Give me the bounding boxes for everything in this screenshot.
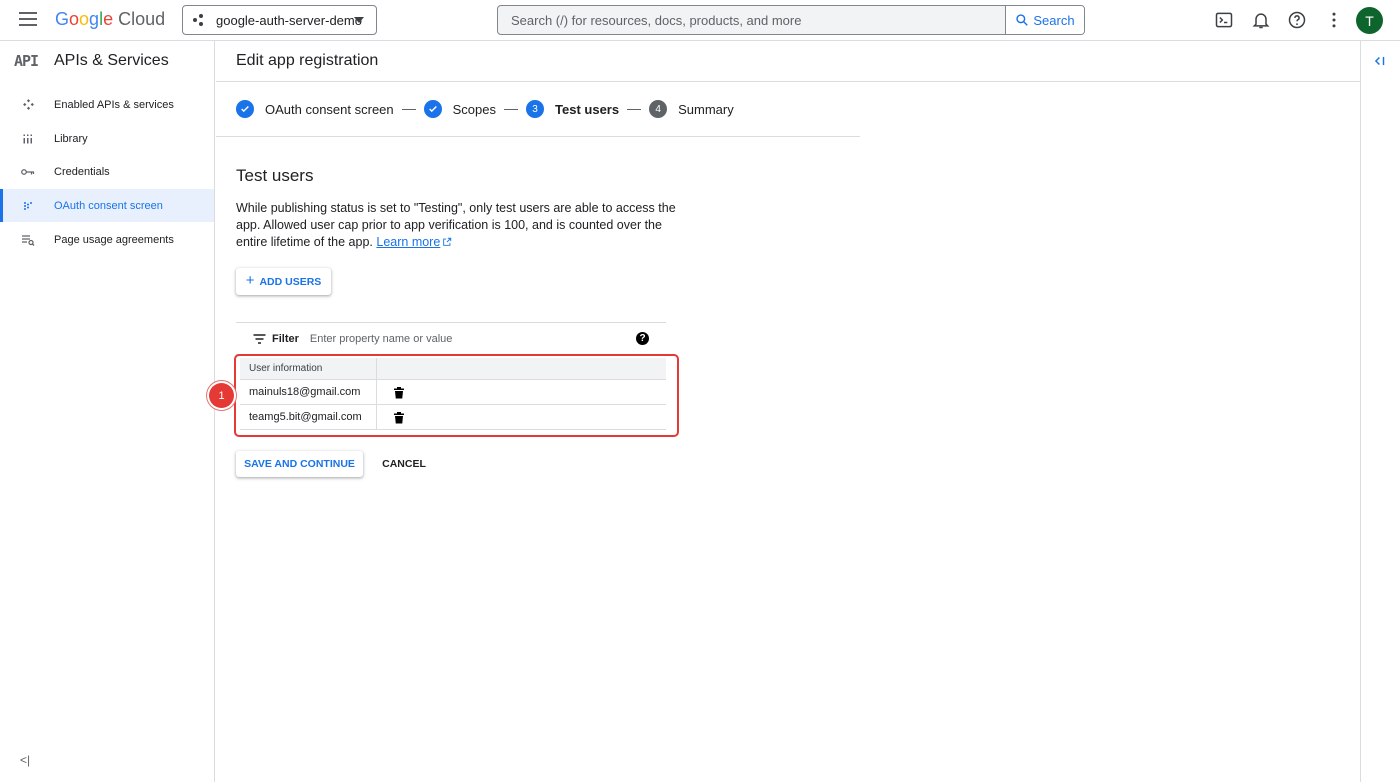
- top-bar: Google Cloud google-auth-server-demo Sea…: [0, 0, 1400, 41]
- sidebar-item-label: OAuth consent screen: [54, 199, 163, 212]
- project-picker[interactable]: google-auth-server-demo: [182, 5, 377, 35]
- search-button[interactable]: Search: [1005, 6, 1084, 34]
- step-summary[interactable]: 4 Summary: [649, 100, 734, 118]
- page-header: Edit app registration: [216, 41, 1360, 82]
- sidebar-item-label: Credentials: [54, 165, 110, 178]
- avatar[interactable]: T: [1356, 7, 1383, 34]
- step-test-users[interactable]: 3 Test users: [526, 100, 619, 118]
- cancel-button[interactable]: CANCEL: [374, 451, 434, 477]
- project-dots-icon: [193, 14, 207, 26]
- bell-icon[interactable]: [1251, 10, 1271, 30]
- chevron-down-icon: [354, 17, 364, 23]
- help-icon[interactable]: ?: [636, 332, 649, 345]
- step-label: Test users: [555, 101, 620, 117]
- add-users-button[interactable]: + ADD USERS: [236, 268, 331, 295]
- logo-letter: e: [103, 9, 114, 29]
- learn-more-label: Learn more: [376, 235, 441, 249]
- search-button-label: Search: [1033, 12, 1075, 28]
- key-icon: [21, 165, 35, 179]
- step-number: 4: [649, 100, 668, 118]
- stepper: OAuth consent screen Scopes 3 Test users…: [216, 82, 860, 137]
- sidebar-header: API APIs & Services: [0, 41, 214, 81]
- help-icon[interactable]: [1287, 10, 1307, 30]
- learn-more-link[interactable]: Learn more: [376, 235, 452, 249]
- section-title: Test users: [236, 166, 314, 185]
- sidebar-item-library[interactable]: Library: [0, 122, 214, 155]
- logo-letter: o: [79, 9, 90, 29]
- save-and-continue-button[interactable]: SAVE AND CONTINUE: [236, 451, 363, 477]
- logo-letter: o: [69, 9, 80, 29]
- enabled-apis-icon: [21, 98, 35, 112]
- step-label: Scopes: [452, 101, 497, 117]
- consent-icon: [21, 199, 35, 213]
- logo-letter: G: [55, 9, 70, 29]
- expand-panel-icon[interactable]: [1373, 54, 1387, 68]
- sidebar: API APIs & Services Enabled APIs & servi…: [0, 41, 215, 782]
- description: While publishing status is set to "Testi…: [236, 200, 676, 251]
- sidebar-item-label: Library: [54, 132, 88, 145]
- sidebar-item-page-usage[interactable]: Page usage agreements: [0, 223, 214, 256]
- logo-letter: g: [89, 9, 100, 29]
- filter-input[interactable]: [309, 332, 630, 345]
- step-connector: [504, 108, 519, 110]
- sidebar-title: APIs & Services: [54, 52, 169, 69]
- search-bar: Search: [497, 5, 1085, 35]
- menu-icon[interactable]: [19, 12, 37, 26]
- add-users-label: ADD USERS: [259, 275, 322, 288]
- logo-cloud-word: Cloud: [113, 9, 166, 29]
- sidebar-item-label: Page usage agreements: [54, 233, 174, 246]
- collapse-sidebar-icon[interactable]: <|: [20, 753, 30, 767]
- project-name: google-auth-server-demo: [216, 12, 362, 28]
- description-text: While publishing status is set to "Testi…: [236, 201, 676, 249]
- filter-bar: Filter ?: [236, 322, 666, 355]
- check-icon: [423, 100, 442, 118]
- more-vert-icon[interactable]: [1324, 10, 1344, 30]
- step-oauth-consent[interactable]: OAuth consent screen: [236, 100, 394, 118]
- search-input[interactable]: [498, 6, 1005, 34]
- search-icon: [1016, 14, 1029, 26]
- step-label: Summary: [678, 101, 734, 117]
- step-label: OAuth consent screen: [265, 101, 394, 117]
- sidebar-item-oauth-consent[interactable]: OAuth consent screen: [0, 189, 214, 222]
- filter-label: Filter: [272, 332, 299, 345]
- agreements-icon: [21, 233, 35, 247]
- sidebar-item-credentials[interactable]: Credentials: [0, 155, 214, 188]
- api-icon: API: [14, 52, 39, 70]
- check-icon: [236, 100, 254, 118]
- page-title: Edit app registration: [236, 52, 379, 69]
- step-connector: [627, 108, 642, 110]
- google-cloud-logo[interactable]: Google Cloud: [55, 9, 165, 30]
- step-connector: [401, 108, 416, 110]
- terminal-icon[interactable]: [1214, 10, 1234, 30]
- external-link-icon: [443, 237, 452, 246]
- filter-icon: [253, 333, 266, 344]
- step-number: 3: [526, 100, 545, 118]
- plus-icon: +: [245, 272, 255, 289]
- library-icon: [21, 132, 35, 146]
- annotation-marker: 1: [209, 383, 234, 408]
- sidebar-item-label: Enabled APIs & services: [54, 98, 174, 111]
- sidebar-item-enabled-apis[interactable]: Enabled APIs & services: [0, 88, 214, 121]
- annotation-highlight-box: [234, 354, 679, 437]
- step-scopes[interactable]: Scopes: [423, 100, 497, 118]
- right-rail: [1360, 41, 1400, 782]
